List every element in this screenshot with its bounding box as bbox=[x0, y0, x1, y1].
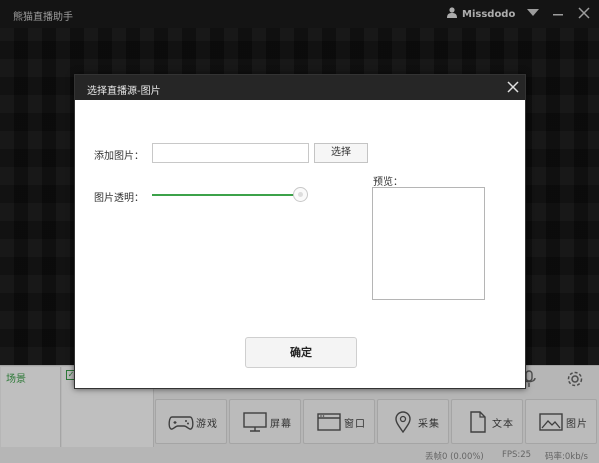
dialog-title: 选择直播源-图片 bbox=[87, 86, 161, 97]
add-image-label: 添加图片： bbox=[94, 151, 144, 162]
opacity-slider-track[interactable] bbox=[152, 194, 299, 196]
dialog-close-icon[interactable] bbox=[505, 79, 521, 95]
dialog-header: 选择直播源-图片 bbox=[75, 75, 525, 100]
image-path-input[interactable] bbox=[152, 143, 309, 163]
opacity-label: 图片透明： bbox=[94, 193, 144, 204]
select-image-source-dialog: 选择直播源-图片 添加图片： 选择 图片透明： 预览： 确定 bbox=[74, 74, 526, 389]
preview-label: 预览： bbox=[373, 177, 403, 188]
confirm-button[interactable]: 确定 bbox=[245, 337, 357, 368]
opacity-slider-thumb[interactable] bbox=[293, 187, 308, 202]
choose-file-button[interactable]: 选择 bbox=[314, 143, 368, 163]
image-preview-box bbox=[372, 187, 485, 300]
